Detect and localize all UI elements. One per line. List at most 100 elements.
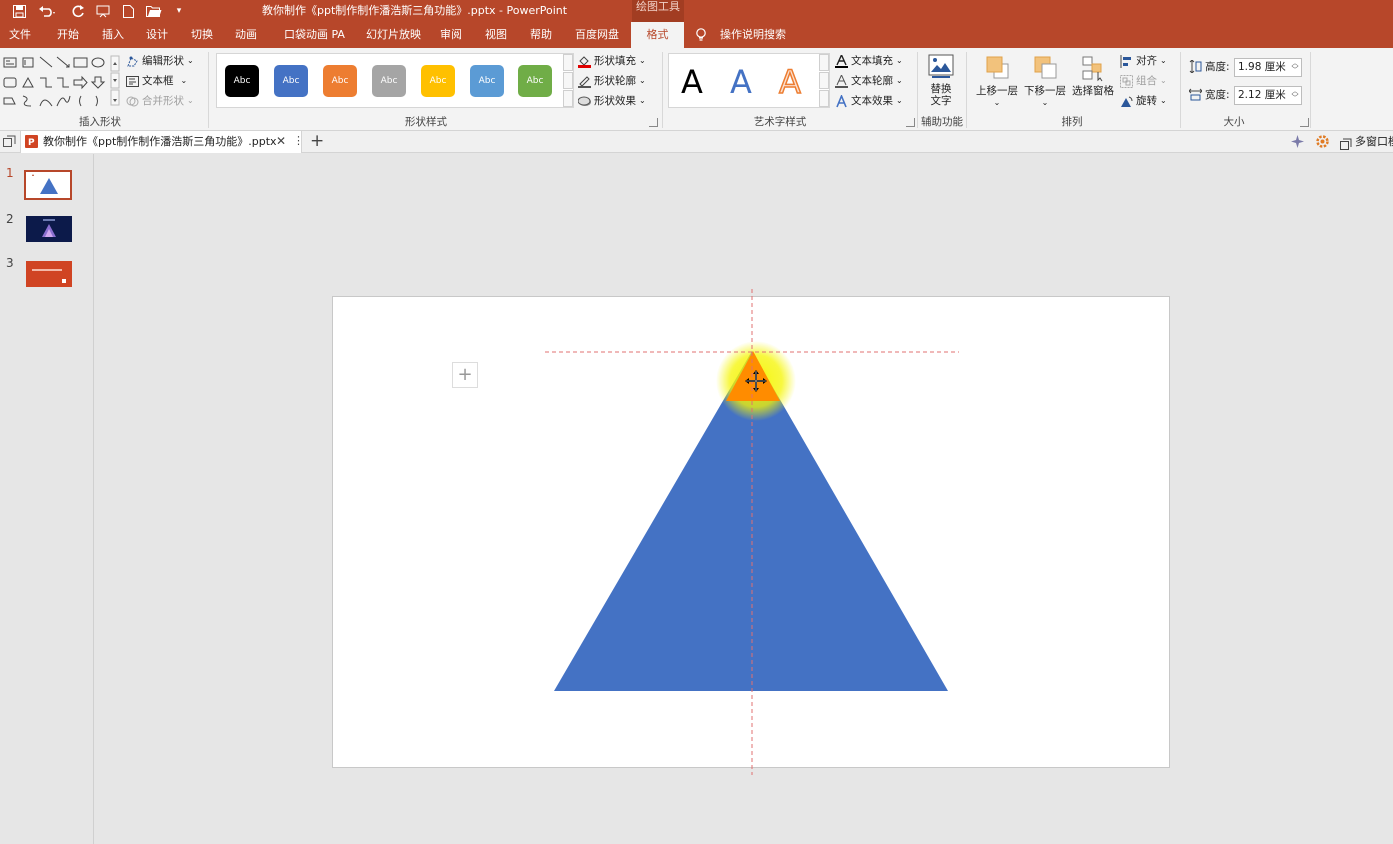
- text-fill-icon: [835, 52, 848, 68]
- send-backward-button[interactable]: 下移一层 ⌄: [1022, 54, 1068, 109]
- shape-icons[interactable]: [2, 54, 120, 108]
- merge-shapes-button[interactable]: 合并形状 ⌄: [126, 92, 194, 110]
- tab-design[interactable]: 设计: [146, 22, 168, 48]
- shape-styles-gallery[interactable]: Abc Abc Abc Abc Abc Abc Abc: [216, 53, 574, 108]
- edit-shape-button[interactable]: 编辑形状 ⌄: [126, 52, 194, 70]
- group-objects-button[interactable]: 组合 ⌄: [1120, 72, 1167, 90]
- tab-home[interactable]: 开始: [57, 22, 79, 48]
- close-tab-icon[interactable]: ✕: [276, 134, 286, 148]
- align-button[interactable]: 对齐 ⌄: [1120, 52, 1167, 70]
- tell-me-search[interactable]: 操作说明搜索: [720, 22, 786, 48]
- paint-bucket-icon: [578, 55, 591, 68]
- height-spinner[interactable]: ︿ ﹀: [1291, 60, 1299, 75]
- tab-file[interactable]: 文件: [9, 22, 31, 48]
- multi-window-button[interactable]: 多窗口模: [1340, 131, 1393, 153]
- group-separator: [1180, 52, 1181, 128]
- wordart-style-orange-outline[interactable]: A: [778, 62, 801, 102]
- shape-style-swatch[interactable]: Abc: [372, 65, 406, 97]
- rotate-icon: [1120, 95, 1133, 108]
- save-icon[interactable]: [10, 0, 28, 22]
- shape-effects-button[interactable]: 形状效果 ⌄: [577, 92, 646, 110]
- shapes-gallery[interactable]: [2, 54, 120, 108]
- tab-menu-icon[interactable]: [3, 135, 16, 148]
- alt-text-button[interactable]: 替换 文字: [924, 54, 958, 107]
- width-label: 宽度:: [1205, 89, 1230, 101]
- redo-icon[interactable]: [70, 0, 86, 22]
- wordart-styles-launcher[interactable]: [906, 118, 915, 127]
- tab-view[interactable]: 视图: [485, 22, 507, 48]
- shape-style-swatch[interactable]: Abc: [518, 65, 552, 97]
- bring-forward-button[interactable]: 上移一层 ⌄: [974, 54, 1020, 109]
- size-group-label: 大小: [1223, 116, 1245, 128]
- text-box-button[interactable]: 文本框 ⌄: [126, 72, 187, 90]
- shape-styles-launcher[interactable]: [649, 118, 658, 127]
- document-tab[interactable]: P 教你制作《ppt制作制作潘浩斯三角功能》.pptx ✕ ⋮: [20, 131, 304, 153]
- tab-pocket-animation[interactable]: 口袋动画 PA: [284, 22, 345, 48]
- tab-options-icon[interactable]: ⋮: [293, 134, 304, 147]
- size-launcher[interactable]: [1300, 118, 1309, 127]
- tab-transitions[interactable]: 切换: [191, 22, 213, 48]
- group-separator: [1310, 52, 1311, 128]
- height-input[interactable]: 1.98 厘米 ︿ ﹀: [1234, 58, 1302, 77]
- shape-style-swatch[interactable]: Abc: [225, 65, 259, 97]
- new-tab-icon[interactable]: +: [310, 131, 324, 151]
- text-box-icon: [126, 75, 139, 88]
- text-effects-button[interactable]: 文本效果 ⌄: [835, 92, 903, 110]
- wordart-styles-gallery[interactable]: A A A: [668, 53, 830, 108]
- tab-animations[interactable]: 动画: [235, 22, 257, 48]
- wordart-styles-group-label: 艺术字样式: [753, 116, 807, 128]
- shape-width-icon: [1188, 88, 1203, 101]
- slide-thumbnail-3[interactable]: [26, 261, 72, 287]
- text-outline-button[interactable]: 文本轮廓 ⌄: [835, 72, 903, 90]
- ribbon: 编辑形状 ⌄ 文本框 ⌄ 合并形状 ⌄ 插入形状 Abc Abc Abc Abc Ab…: [0, 48, 1393, 131]
- slide-number: 3: [6, 256, 14, 270]
- shape-style-swatch[interactable]: Abc: [274, 65, 308, 97]
- gallery-more[interactable]: [819, 90, 829, 107]
- new-file-icon[interactable]: [120, 0, 136, 22]
- slide-thumbnail-2[interactable]: [26, 216, 72, 242]
- magic-icon[interactable]: [1291, 135, 1304, 148]
- wordart-style-blue[interactable]: A: [730, 62, 752, 102]
- tab-help[interactable]: 帮助: [530, 22, 552, 48]
- text-effects-icon: [835, 93, 848, 108]
- gallery-scroll-down[interactable]: [819, 72, 829, 89]
- gallery-more[interactable]: [563, 90, 573, 107]
- width-spinner[interactable]: ︿ ﹀: [1291, 88, 1299, 103]
- tab-insert[interactable]: 插入: [102, 22, 124, 48]
- group-objects-icon: [1120, 74, 1133, 88]
- shape-fill-button[interactable]: 形状填充 ⌄: [578, 52, 646, 70]
- undo-icon[interactable]: [36, 0, 58, 22]
- tab-baidu-netdisk[interactable]: 百度网盘: [575, 22, 619, 48]
- tab-review[interactable]: 审阅: [440, 22, 462, 48]
- insert-shapes-group-label: 插入形状: [79, 116, 121, 128]
- shape-style-swatch[interactable]: Abc: [421, 65, 455, 97]
- gallery-scroll-down[interactable]: [563, 72, 573, 89]
- height-label: 高度:: [1205, 61, 1230, 73]
- settings-gear-icon[interactable]: [1316, 135, 1329, 148]
- wordart-style-black[interactable]: A: [681, 62, 703, 102]
- tab-format[interactable]: 格式: [631, 22, 684, 48]
- pencil-icon: [578, 75, 591, 88]
- tab-slide-show[interactable]: 幻灯片放映: [366, 22, 421, 48]
- gallery-scroll-up[interactable]: [563, 54, 573, 71]
- slide-thumbnails-pane: 1 2 3: [0, 154, 94, 844]
- selection-pane-button[interactable]: 选择窗格: [1070, 54, 1116, 97]
- slide-thumbnail-1[interactable]: [24, 170, 72, 200]
- open-folder-icon[interactable]: [144, 0, 164, 22]
- rotate-button[interactable]: 旋转 ⌄: [1120, 92, 1167, 110]
- customize-toolbar-icon[interactable]: ▾: [172, 0, 186, 22]
- slide-canvas[interactable]: +: [332, 289, 1171, 775]
- start-from-beginning-icon[interactable]: [94, 0, 112, 22]
- shape-effects-icon: [577, 95, 591, 108]
- group-separator: [662, 52, 663, 128]
- shape-styles-group-label: 形状样式: [405, 116, 447, 128]
- gallery-scroll-up[interactable]: [819, 54, 829, 71]
- shape-style-swatch[interactable]: Abc: [323, 65, 357, 97]
- shape-style-swatch[interactable]: Abc: [470, 65, 504, 97]
- powerpoint-file-icon: P: [25, 135, 38, 148]
- shape-outline-button[interactable]: 形状轮廓 ⌄: [578, 72, 646, 90]
- text-fill-button[interactable]: 文本填充 ⌄: [835, 52, 903, 70]
- slide-number: 2: [6, 212, 14, 226]
- width-input[interactable]: 2.12 厘米 ︿ ﹀: [1234, 86, 1302, 105]
- slide-shapes[interactable]: [333, 289, 1171, 775]
